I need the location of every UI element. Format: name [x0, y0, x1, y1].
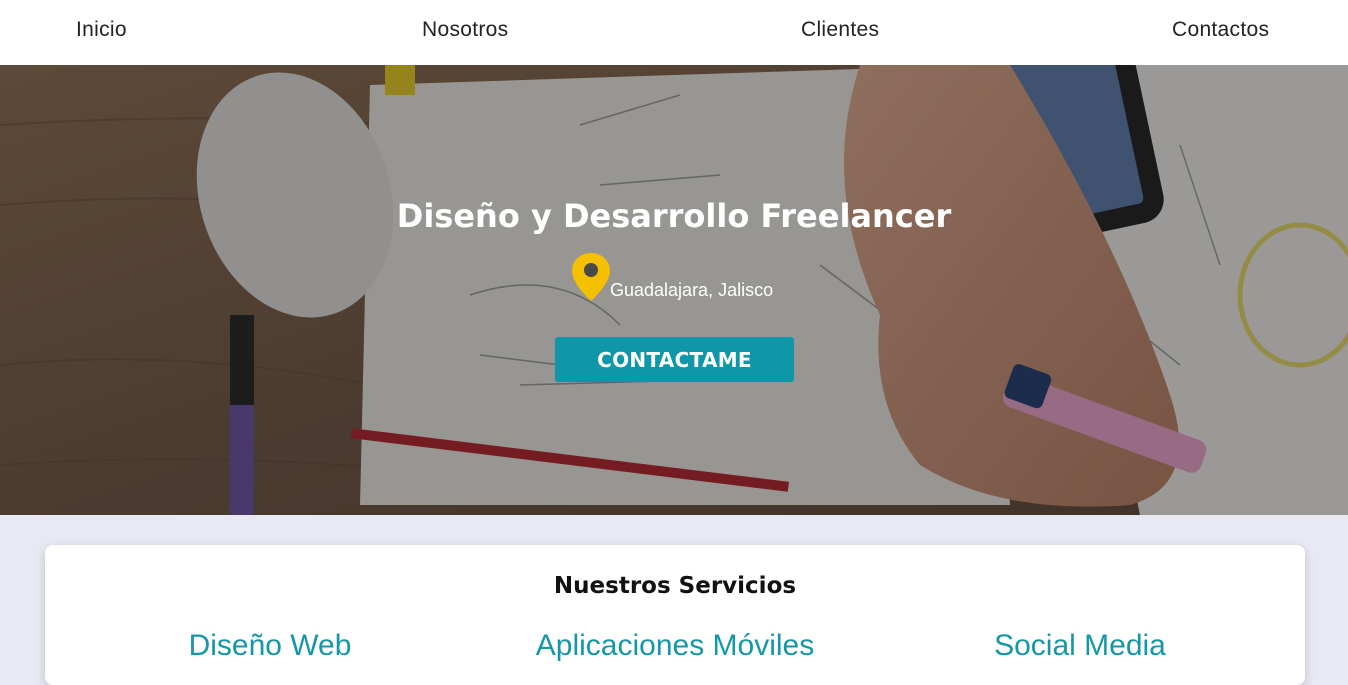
nav-link-clientes[interactable]: Clientes	[801, 18, 879, 42]
service-social-media[interactable]: Social Media	[870, 629, 1290, 663]
contact-cta-button[interactable]: CONTACTAME	[555, 337, 794, 382]
top-navigation: Inicio Nosotros Clientes Contactos	[0, 0, 1348, 65]
location-text: Guadalajara, Jalisco	[610, 280, 774, 300]
service-mobile-apps[interactable]: Aplicaciones Móviles	[465, 629, 885, 663]
nav-link-nosotros[interactable]: Nosotros	[422, 18, 508, 42]
service-web-design[interactable]: Diseño Web	[60, 629, 480, 663]
nav-link-inicio[interactable]: Inicio	[76, 18, 127, 42]
nav-link-contactos[interactable]: Contactos	[1172, 18, 1269, 42]
map-pin-icon	[572, 253, 610, 301]
services-title: Nuestros Servicios	[553, 573, 797, 599]
hero-section: Diseño y Desarrollo Freelancer Guadalaja…	[0, 65, 1348, 515]
services-card: Nuestros Servicios Diseño Web Aplicacion…	[45, 545, 1305, 685]
hero-location: Guadalajara, Jalisco	[0, 251, 1348, 307]
hero-title: Diseño y Desarrollo Freelancer	[396, 197, 952, 235]
